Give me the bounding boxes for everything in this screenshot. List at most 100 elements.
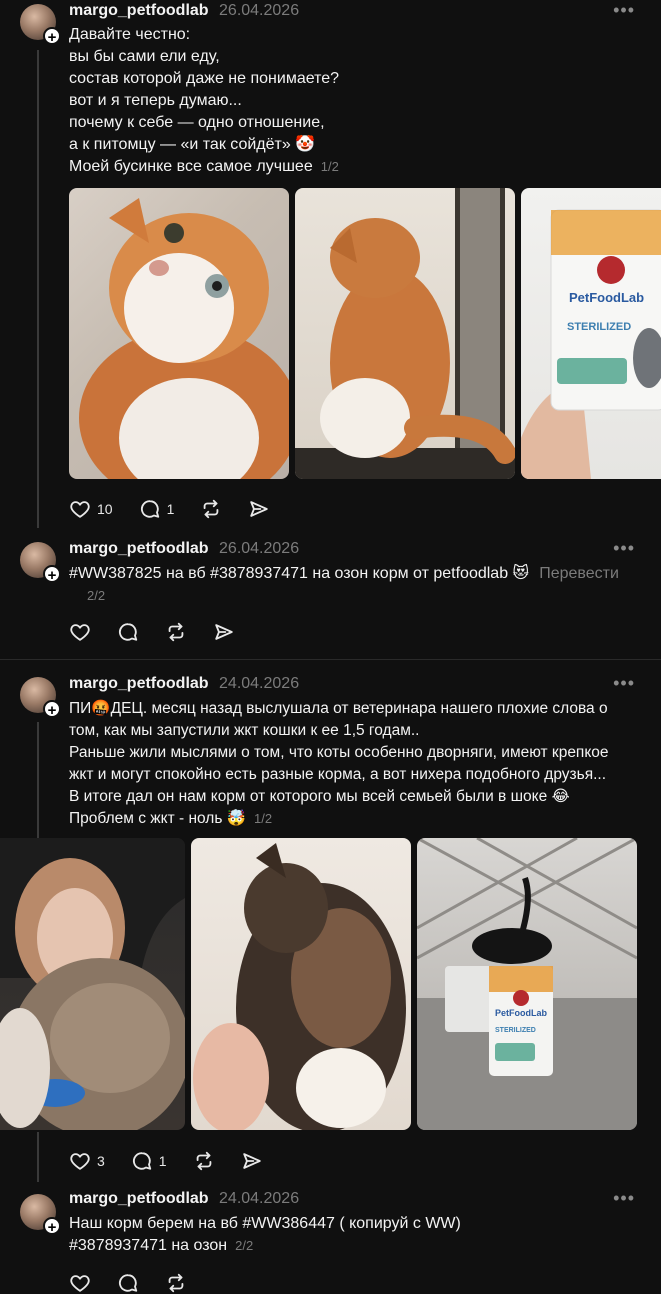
page-indicator: 1/2 [320, 159, 339, 174]
comment-icon [139, 498, 161, 520]
package-brand: PetFoodLab [495, 1008, 547, 1018]
text-line: почему к себе — одно отношение, [69, 114, 325, 131]
post-header: margo_petfoodlab 26.04.2026 [69, 2, 299, 20]
package-variant: STERILIZED [495, 1027, 536, 1034]
like-button[interactable]: 10 [69, 498, 113, 520]
follow-plus-icon[interactable]: + [43, 27, 61, 46]
avatar[interactable]: + [20, 1194, 61, 1236]
more-icon[interactable]: ••• [613, 673, 635, 694]
page-indicator: 1/2 [254, 811, 273, 826]
post-date: 26.04.2026 [219, 2, 300, 19]
heart-icon [69, 1272, 91, 1294]
text-line: состав которой даже не понимаете? [69, 70, 340, 87]
text-line: #3878937471 на озон [69, 1237, 228, 1254]
thread-line [37, 50, 39, 528]
like-button[interactable] [69, 621, 91, 643]
reply-button[interactable] [117, 621, 139, 643]
like-button[interactable] [69, 1272, 91, 1294]
share-button[interactable] [213, 621, 235, 643]
text-line: Наш корм берем на вб #WW386447 ( копируй… [69, 1215, 461, 1232]
post-date: 24.04.2026 [219, 675, 300, 692]
text-line: а к питомцу — «и так сойдёт» 🤡 [69, 136, 316, 153]
like-count: 3 [97, 1153, 105, 1169]
more-icon[interactable]: ••• [613, 538, 635, 559]
comment-icon [117, 621, 139, 643]
post-header: margo_petfoodlab 24.04.2026 [69, 675, 299, 693]
text-line: Раньше жили мыслями о том, что коты особ… [69, 744, 609, 761]
avatar[interactable]: + [20, 4, 61, 46]
repost-icon [193, 1150, 215, 1172]
username[interactable]: margo_petfoodlab [69, 1190, 209, 1207]
reply-button[interactable]: 1 [139, 498, 175, 520]
post-image-black-cat-bags[interactable]: PetFoodLab STERILIZED [417, 838, 637, 1130]
reply-count: 1 [158, 1153, 167, 1169]
repost-button[interactable] [165, 621, 187, 643]
like-button[interactable]: 3 [69, 1150, 105, 1172]
page-indicator: 2/2 [235, 1238, 254, 1253]
avatar[interactable]: + [20, 542, 61, 584]
post-actions [69, 621, 235, 643]
post-3: + margo_petfoodlab 24.04.2026 ••• ПИ🤬ДЕЦ… [0, 660, 661, 1190]
post-image-cat-closeup[interactable] [69, 188, 289, 479]
translate-link[interactable]: Перевести [539, 565, 619, 582]
text-line: Моей бусинке все самое лучшее [69, 158, 313, 175]
text-line: Проблем с жкт - ноль 🤯 [69, 810, 247, 827]
repost-icon [165, 621, 187, 643]
food-bag-illustration: PetFoodLab STERILIZED [521, 209, 661, 479]
photo-illustration [0, 838, 185, 1130]
thread-line [37, 1132, 39, 1182]
avatar[interactable]: + [20, 677, 61, 719]
post-image-woman-cat[interactable] [0, 838, 185, 1130]
text-line: В итоге дал он нам корм от которого мы в… [69, 788, 570, 805]
text-line: вы бы сами ели еду, [69, 48, 220, 65]
post-header: margo_petfoodlab 26.04.2026 [69, 540, 299, 558]
share-icon [241, 1150, 263, 1172]
follow-plus-icon[interactable]: + [43, 700, 61, 719]
photo-illustration: PetFoodLab STERILIZED [417, 838, 637, 1130]
follow-plus-icon[interactable]: + [43, 1217, 61, 1236]
post-actions: 10 1 [69, 498, 270, 520]
repost-button[interactable] [200, 498, 222, 520]
more-icon[interactable]: ••• [613, 1188, 635, 1209]
post-text: Наш корм берем на вб #WW386447 ( копируй… [69, 1213, 641, 1257]
post-image-food-bag[interactable]: PetFoodLab STERILIZED [521, 188, 661, 479]
comment-icon [117, 1272, 139, 1294]
reply-button[interactable]: 1 [131, 1150, 167, 1172]
username[interactable]: margo_petfoodlab [69, 2, 209, 19]
post-4: + margo_petfoodlab 24.04.2026 ••• Наш ко… [0, 1186, 661, 1280]
post-image-calico-cat[interactable] [191, 838, 411, 1130]
repost-icon [200, 498, 222, 520]
post-actions: 3 1 [69, 1150, 263, 1172]
cat-illustration [193, 843, 406, 1130]
post-text: #WW387825 на вб #3878937471 на озон корм… [69, 563, 641, 607]
share-button[interactable] [248, 498, 270, 520]
follow-plus-icon[interactable]: + [43, 565, 61, 584]
comment-icon [131, 1150, 153, 1172]
share-icon [213, 621, 235, 643]
repost-button[interactable] [193, 1150, 215, 1172]
text-line: жкт и могут спокойно есть разные корма, … [69, 766, 607, 783]
text-line: вот и я теперь думаю... [69, 92, 242, 109]
heart-icon [69, 498, 91, 520]
username[interactable]: margo_petfoodlab [69, 675, 209, 692]
post-actions [69, 1272, 187, 1294]
text-line: том, как мы запустили жкт кошки к ее 1,5… [69, 722, 420, 739]
post-2: + margo_petfoodlab 26.04.2026 ••• #WW387… [0, 536, 661, 658]
post-date: 24.04.2026 [219, 1190, 300, 1207]
post-text: Давайте честно: вы бы сами ели еду, сост… [69, 24, 641, 178]
cat-illustration [79, 198, 289, 479]
post-image-cat-tiles[interactable] [295, 188, 515, 479]
reply-count: 1 [166, 501, 175, 517]
package-brand: PetFoodLab [569, 290, 644, 305]
reply-button[interactable] [117, 1272, 139, 1294]
repost-button[interactable] [165, 1272, 187, 1294]
heart-icon [69, 1150, 91, 1172]
post-header: margo_petfoodlab 24.04.2026 [69, 1190, 299, 1208]
more-icon[interactable]: ••• [613, 0, 635, 21]
package-variant: STERILIZED [567, 321, 631, 333]
username[interactable]: margo_petfoodlab [69, 540, 209, 557]
post-date: 26.04.2026 [219, 540, 300, 557]
share-button[interactable] [241, 1150, 263, 1172]
post-text: ПИ🤬ДЕЦ. месяц назад выслушала от ветерин… [69, 698, 641, 830]
like-count: 10 [97, 501, 113, 517]
